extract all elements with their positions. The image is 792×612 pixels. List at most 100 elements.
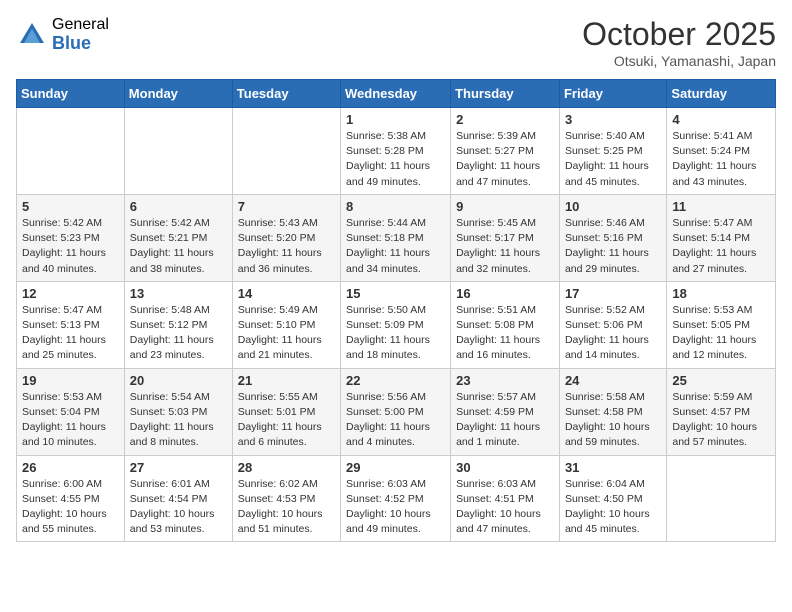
day-number: 5 [22,199,119,214]
calendar-cell: 7 Sunrise: 5:43 AM Sunset: 5:20 PM Daylig… [232,194,340,281]
day-number: 14 [238,286,335,301]
logo-text: General Blue [52,16,109,53]
day-number: 27 [130,460,227,475]
calendar-cell: 13 Sunrise: 5:48 AM Sunset: 5:12 PM Dayli… [124,281,232,368]
day-number: 28 [238,460,335,475]
calendar-cell: 4 Sunrise: 5:41 AM Sunset: 5:24 PM Daylig… [667,108,776,195]
calendar-cell: 8Sunrise: 5:44 AM Sunset: 5:18 PM Daylig… [341,194,451,281]
day-info: Sunrise: 5:42 AM Sunset: 5:23 PM Dayligh… [22,216,119,277]
day-number: 3 [565,112,661,127]
day-info: Sunrise: 6:03 AM Sunset: 4:52 PM Dayligh… [346,477,445,538]
day-number: 1 [346,112,445,127]
calendar-cell: 19Sunrise: 5:53 AM Sunset: 5:04 PM Dayli… [17,368,125,455]
logo-blue: Blue [52,34,109,54]
calendar-cell: 28Sunrise: 6:02 AM Sunset: 4:53 PM Dayli… [232,455,340,542]
calendar-cell: 17 Sunrise: 5:52 AM Sunset: 5:06 PM Dayli… [559,281,666,368]
day-info: Sunrise: 5:45 AM Sunset: 5:17 PM Dayligh… [456,216,554,277]
day-info: Sunrise: 6:04 AM Sunset: 4:50 PM Dayligh… [565,477,661,538]
day-number: 2 [456,112,554,127]
calendar-cell: 20Sunrise: 5:54 AM Sunset: 5:03 PM Dayli… [124,368,232,455]
location: Otsuki, Yamanashi, Japan [582,53,776,69]
day-info: Sunrise: 5:52 AM Sunset: 5:06 PM Dayligh… [565,303,661,364]
day-info: Sunrise: 5:48 AM Sunset: 5:12 PM Dayligh… [130,303,227,364]
day-info: Sunrise: 6:00 AM Sunset: 4:55 PM Dayligh… [22,477,119,538]
calendar-cell: 29 Sunrise: 6:03 AM Sunset: 4:52 PM Dayli… [341,455,451,542]
weekday-header-sunday: Sunday [17,80,125,108]
day-number: 31 [565,460,661,475]
calendar-cell: 11Sunrise: 5:47 AM Sunset: 5:14 PM Dayli… [667,194,776,281]
day-number: 29 [346,460,445,475]
calendar-week-row: 19Sunrise: 5:53 AM Sunset: 5:04 PM Dayli… [17,368,776,455]
calendar-cell: 23 Sunrise: 5:57 AM Sunset: 4:59 PM Dayli… [451,368,560,455]
day-number: 20 [130,373,227,388]
day-info: Sunrise: 5:47 AM Sunset: 5:13 PM Dayligh… [22,303,119,364]
page-header: General Blue October 2025 Otsuki, Yamana… [16,16,776,69]
day-number: 7 [238,199,335,214]
calendar-cell: 27 Sunrise: 6:01 AM Sunset: 4:54 PM Dayli… [124,455,232,542]
calendar-cell: 6Sunrise: 5:42 AM Sunset: 5:21 PM Daylig… [124,194,232,281]
calendar-cell: 25Sunrise: 5:59 AM Sunset: 4:57 PM Dayli… [667,368,776,455]
calendar-cell: 18 Sunrise: 5:53 AM Sunset: 5:05 PM Dayli… [667,281,776,368]
day-number: 18 [672,286,770,301]
day-info: Sunrise: 6:03 AM Sunset: 4:51 PM Dayligh… [456,477,554,538]
weekday-header-tuesday: Tuesday [232,80,340,108]
day-number: 21 [238,373,335,388]
day-info: Sunrise: 5:57 AM Sunset: 4:59 PM Dayligh… [456,390,554,451]
day-info: Sunrise: 5:41 AM Sunset: 5:24 PM Dayligh… [672,129,770,190]
day-number: 30 [456,460,554,475]
day-number: 4 [672,112,770,127]
day-info: Sunrise: 5:44 AM Sunset: 5:18 PM Dayligh… [346,216,445,277]
day-number: 24 [565,373,661,388]
calendar-week-row: 5 Sunrise: 5:42 AM Sunset: 5:23 PM Daylig… [17,194,776,281]
day-number: 17 [565,286,661,301]
weekday-header-wednesday: Wednesday [341,80,451,108]
day-info: Sunrise: 6:01 AM Sunset: 4:54 PM Dayligh… [130,477,227,538]
day-info: Sunrise: 5:55 AM Sunset: 5:01 PM Dayligh… [238,390,335,451]
day-info: Sunrise: 5:51 AM Sunset: 5:08 PM Dayligh… [456,303,554,364]
calendar-cell: 1 Sunrise: 5:38 AM Sunset: 5:28 PM Daylig… [341,108,451,195]
calendar-cell: 15 Sunrise: 5:50 AM Sunset: 5:09 PM Dayli… [341,281,451,368]
day-number: 13 [130,286,227,301]
logo: General Blue [16,16,109,53]
day-info: Sunrise: 5:53 AM Sunset: 5:05 PM Dayligh… [672,303,770,364]
day-info: Sunrise: 5:59 AM Sunset: 4:57 PM Dayligh… [672,390,770,451]
calendar-cell [124,108,232,195]
day-number: 15 [346,286,445,301]
calendar-cell [232,108,340,195]
calendar-cell: 2 Sunrise: 5:39 AM Sunset: 5:27 PM Daylig… [451,108,560,195]
day-number: 19 [22,373,119,388]
weekday-header-saturday: Saturday [667,80,776,108]
day-number: 11 [672,199,770,214]
day-info: Sunrise: 5:50 AM Sunset: 5:09 PM Dayligh… [346,303,445,364]
month-title: October 2025 [582,16,776,53]
calendar-cell: 10 Sunrise: 5:46 AM Sunset: 5:16 PM Dayli… [559,194,666,281]
day-number: 22 [346,373,445,388]
calendar-cell: 21 Sunrise: 5:55 AM Sunset: 5:01 PM Dayli… [232,368,340,455]
day-info: Sunrise: 5:43 AM Sunset: 5:20 PM Dayligh… [238,216,335,277]
day-number: 10 [565,199,661,214]
calendar-cell: 12 Sunrise: 5:47 AM Sunset: 5:13 PM Dayli… [17,281,125,368]
calendar-cell: 26Sunrise: 6:00 AM Sunset: 4:55 PM Dayli… [17,455,125,542]
calendar-cell: 24 Sunrise: 5:58 AM Sunset: 4:58 PM Dayli… [559,368,666,455]
title-section: October 2025 Otsuki, Yamanashi, Japan [582,16,776,69]
calendar-week-row: 26Sunrise: 6:00 AM Sunset: 4:55 PM Dayli… [17,455,776,542]
calendar-cell: 30 Sunrise: 6:03 AM Sunset: 4:51 PM Dayli… [451,455,560,542]
calendar-cell: 22 Sunrise: 5:56 AM Sunset: 5:00 PM Dayli… [341,368,451,455]
day-number: 23 [456,373,554,388]
day-info: Sunrise: 5:38 AM Sunset: 5:28 PM Dayligh… [346,129,445,190]
weekday-header-monday: Monday [124,80,232,108]
day-number: 12 [22,286,119,301]
calendar-table: SundayMondayTuesdayWednesdayThursdayFrid… [16,79,776,542]
calendar-cell [667,455,776,542]
day-info: Sunrise: 5:56 AM Sunset: 5:00 PM Dayligh… [346,390,445,451]
day-number: 9 [456,199,554,214]
calendar-cell: 14Sunrise: 5:49 AM Sunset: 5:10 PM Dayli… [232,281,340,368]
calendar-header-row: SundayMondayTuesdayWednesdayThursdayFrid… [17,80,776,108]
day-info: Sunrise: 5:42 AM Sunset: 5:21 PM Dayligh… [130,216,227,277]
calendar-cell [17,108,125,195]
calendar-cell: 31 Sunrise: 6:04 AM Sunset: 4:50 PM Dayli… [559,455,666,542]
day-info: Sunrise: 5:46 AM Sunset: 5:16 PM Dayligh… [565,216,661,277]
day-info: Sunrise: 5:40 AM Sunset: 5:25 PM Dayligh… [565,129,661,190]
day-info: Sunrise: 5:58 AM Sunset: 4:58 PM Dayligh… [565,390,661,451]
day-info: Sunrise: 5:39 AM Sunset: 5:27 PM Dayligh… [456,129,554,190]
